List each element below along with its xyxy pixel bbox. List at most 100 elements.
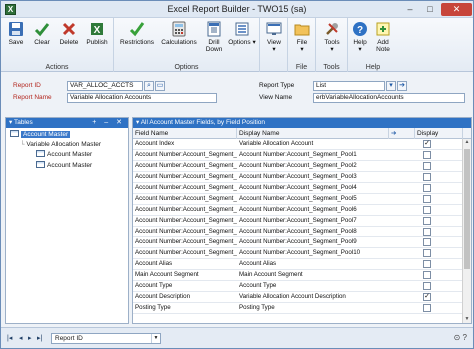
table-row[interactable]: Account Number:Account_Segment_Pool7Acco… xyxy=(133,216,463,227)
clear-label: Clear xyxy=(34,39,50,46)
restrictions-button[interactable]: Restrictions xyxy=(118,21,156,46)
display-name-cell[interactable]: Variable Allocation Account Description xyxy=(237,292,389,302)
tree-item-account-master[interactable]: Account Master xyxy=(10,130,71,139)
checkbox-icon[interactable] xyxy=(423,238,431,247)
checkbox-icon[interactable] xyxy=(423,282,431,291)
report-type-go-button[interactable]: ➔ xyxy=(397,81,407,91)
tree-item-variable-allocation-master[interactable]: └ Variable Allocation Master xyxy=(20,140,101,149)
table-row[interactable]: Account Alias Account Alias xyxy=(133,259,463,271)
display-name-cell[interactable]: Account Number:Account_Segment_Pool5 xyxy=(237,194,389,204)
table-row[interactable]: Posting Type Posting Type xyxy=(133,303,463,314)
checkbox-icon[interactable] xyxy=(423,304,431,313)
display-name-cell[interactable]: Account Number:Account_Segment_Pool10 xyxy=(237,248,389,258)
display-name-cell[interactable]: Account Type xyxy=(237,281,389,291)
report-type-dropdown[interactable]: ▾ xyxy=(386,81,396,91)
view-icon xyxy=(266,22,282,35)
restrictions-label: Restrictions xyxy=(120,39,154,46)
tree-item-account-master-child-1[interactable]: Account Master xyxy=(36,150,92,159)
scroll-down-icon[interactable]: ▼ xyxy=(463,316,471,323)
maximize-button[interactable]: □ xyxy=(421,3,439,16)
window-help-icons[interactable]: ⊙ ? xyxy=(454,333,467,342)
checkbox-icon[interactable] xyxy=(423,260,431,269)
save-button[interactable]: Save xyxy=(5,21,27,46)
display-name-cell[interactable]: Account Number:Account_Segment_Pool1 xyxy=(237,150,389,160)
display-name-cell[interactable]: Account Number:Account_Segment_Pool4 xyxy=(237,183,389,193)
checkbox-icon[interactable]: ✓ xyxy=(423,140,431,148)
checkbox-icon[interactable] xyxy=(423,271,431,280)
tree-item-account-master-child-2[interactable]: Account Master xyxy=(36,161,92,170)
table-row[interactable]: Account Number:Account_Segment_Pool8Acco… xyxy=(133,227,463,238)
table-row[interactable]: Account Number:Account_Segment_Pool5Acco… xyxy=(133,194,463,205)
report-name-field[interactable]: Variable Allocation Accounts xyxy=(67,93,217,103)
checkbox-icon[interactable] xyxy=(423,194,431,203)
table-row[interactable]: Account Number:Account_Segment_Pool1Acco… xyxy=(133,150,463,161)
note-button[interactable]: ▭ xyxy=(155,81,165,91)
table-row[interactable]: Account Number:Account_Segment_Pool2Acco… xyxy=(133,161,463,172)
checkbox-icon[interactable] xyxy=(423,205,431,214)
checkbox-icon[interactable] xyxy=(423,183,431,192)
display-name-cell[interactable]: Variable Allocation Account xyxy=(237,139,389,149)
display-name-cell[interactable]: Account Number:Account_Segment_Pool3 xyxy=(237,172,389,182)
tools-button[interactable]: Tools ▾ xyxy=(320,21,344,53)
calculations-button[interactable]: Calculations xyxy=(159,21,199,46)
report-id-field[interactable]: VAR_ALLOC_ACCTS xyxy=(67,81,143,91)
table-row[interactable]: Main Account Segment Main Account Segment xyxy=(133,270,463,282)
scroll-thumb[interactable] xyxy=(464,149,470,269)
next-record-button[interactable]: ▸ xyxy=(28,334,32,342)
column-arrow-icon[interactable]: ➔ xyxy=(389,128,415,139)
checkbox-icon[interactable] xyxy=(423,150,431,159)
table-row[interactable]: Account Type Account Type xyxy=(133,281,463,293)
checkbox-icon[interactable] xyxy=(423,161,431,170)
display-name-cell[interactable]: Posting Type xyxy=(237,303,389,313)
checkbox-icon[interactable] xyxy=(423,216,431,225)
lookup-button[interactable]: ⌕ xyxy=(144,81,154,91)
table-row[interactable]: Account Number:Account_Segment_Pool4Acco… xyxy=(133,183,463,194)
report-type-select[interactable]: List xyxy=(313,81,385,91)
display-checkbox-cell xyxy=(421,172,433,182)
ribbon-group-help: ? Help ▾ Add Note Help xyxy=(348,18,398,72)
display-name-cell[interactable]: Account Number:Account_Segment_Pool9 xyxy=(237,237,389,247)
display-name-cell[interactable]: Account Number:Account_Segment_Pool6 xyxy=(237,205,389,215)
file-button[interactable]: File ▾ xyxy=(291,21,313,53)
scroll-up-icon[interactable]: ▲ xyxy=(463,139,471,147)
view-name-field[interactable]: erbVariableAllocationAccounts xyxy=(313,93,465,103)
display-name-cell[interactable]: Account Number:Account_Segment_Pool2 xyxy=(237,161,389,171)
column-header-display[interactable]: Display xyxy=(415,128,463,139)
column-header-field-name[interactable]: Field Name xyxy=(133,128,237,139)
sort-by-select[interactable]: Report ID ▼ xyxy=(51,333,161,344)
publish-button[interactable]: X Publish xyxy=(83,21,111,46)
previous-record-button[interactable]: ◂ xyxy=(19,334,23,342)
checkbox-icon[interactable] xyxy=(423,172,431,181)
view-button[interactable]: View ▾ xyxy=(263,21,285,53)
first-record-button[interactable]: |◂ xyxy=(7,334,12,342)
clear-button[interactable]: Clear xyxy=(31,21,53,46)
add-note-button[interactable]: Add Note xyxy=(372,21,394,53)
checkbox-icon[interactable] xyxy=(423,249,431,258)
checkbox-icon[interactable]: ✓ xyxy=(423,293,431,302)
display-name-cell[interactable]: Main Account Segment xyxy=(237,270,389,280)
checkbox-icon[interactable] xyxy=(423,227,431,236)
table-row[interactable]: Account Number:Account_Segment_Pool3Acco… xyxy=(133,172,463,183)
table-row[interactable]: Account Number:Account_Segment_Pool6Acco… xyxy=(133,205,463,216)
tables-header-buttons[interactable]: + – ✕ xyxy=(92,118,125,128)
options-button[interactable]: Options ▾ xyxy=(228,21,256,46)
column-header-display-name[interactable]: Display Name xyxy=(237,128,389,139)
display-name-cell[interactable]: Account Number:Account_Segment_Pool8 xyxy=(237,227,389,237)
drill-down-button[interactable]: Drill Down xyxy=(202,21,226,53)
table-row[interactable]: Account Number:Account_Segment_Pool9Acco… xyxy=(133,237,463,249)
display-name-cell[interactable]: Account Alias xyxy=(237,259,389,269)
delete-button[interactable]: Delete xyxy=(57,21,81,46)
last-record-button[interactable]: ▸| xyxy=(37,334,42,342)
grid-scrollbar[interactable]: ▲ ▼ xyxy=(462,139,471,323)
table-row[interactable]: Account Number:Account_Segment_Pool10Acc… xyxy=(133,248,463,260)
table-row[interactable]: Account Index Variable Allocation Account… xyxy=(133,139,463,150)
add-note-label-2: Note xyxy=(376,46,390,53)
display-name-cell[interactable]: Account Number:Account_Segment_Pool7 xyxy=(237,216,389,226)
table-icon xyxy=(10,130,19,137)
close-button[interactable]: ✕ xyxy=(441,3,472,16)
table-row[interactable]: Account Description Variable Allocation A… xyxy=(133,292,463,304)
minimize-button[interactable]: – xyxy=(401,3,419,16)
help-button[interactable]: ? Help ▾ xyxy=(350,21,370,53)
report-header-form: Report ID VAR_ALLOC_ACCTS ⌕ ▭ Report Nam… xyxy=(1,73,473,106)
field-name-cell: Account Number:Account_Segment_Pool5 xyxy=(135,194,237,202)
